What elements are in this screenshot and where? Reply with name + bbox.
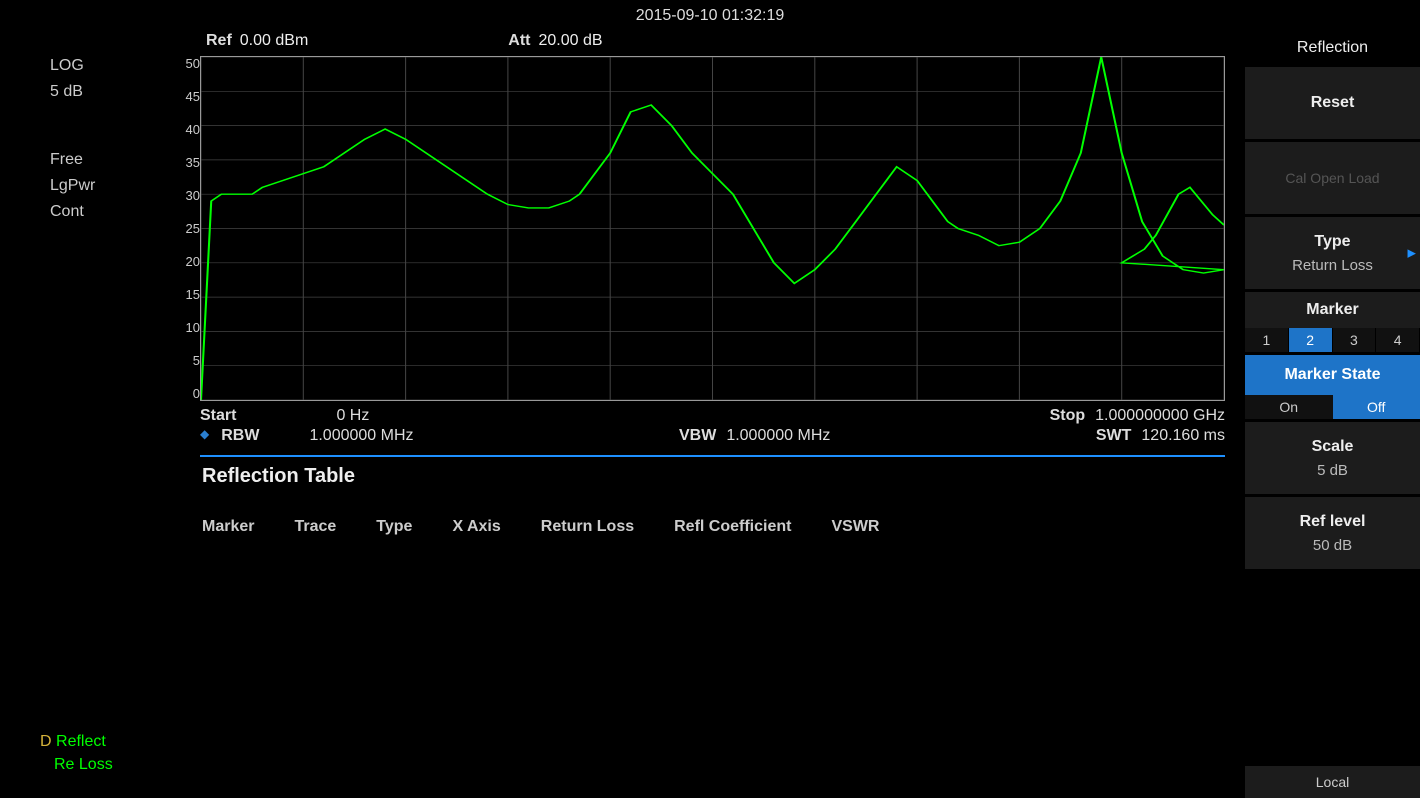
swt-value: 120.160 ms	[1141, 427, 1225, 445]
corner-d: D	[40, 733, 52, 750]
ref-label: Ref	[206, 32, 232, 50]
reflection-plot	[200, 56, 1225, 401]
timestamp: 2015-09-10 01:32:19	[0, 0, 1420, 32]
start-value: 0 Hz	[336, 407, 369, 425]
stop-value: 1.000000000 GHz	[1095, 407, 1225, 425]
side-panel: Reflection Reset Cal Open Load Type Retu…	[1245, 32, 1420, 798]
att-value: 20.00 dB	[538, 32, 602, 50]
lgpwr-label: LgPwr	[50, 177, 180, 195]
ref-level-button[interactable]: Ref level 50 dB	[1245, 497, 1420, 569]
y-axis-ticks: 50454035302520151050	[180, 56, 200, 401]
axis-info-row2: ◆ RBW 1.000000 MHz VBW 1.000000 MHz SWT …	[200, 427, 1225, 445]
rbw-label: RBW	[221, 427, 259, 445]
cont-label: Cont	[50, 203, 180, 221]
db-label: 5 dB	[50, 83, 180, 101]
state-off[interactable]: Off	[1333, 395, 1420, 419]
vbw-value: 1.000000 MHz	[726, 427, 830, 445]
cal-open-load-button[interactable]: Cal Open Load	[1245, 142, 1420, 214]
section-divider	[200, 455, 1225, 457]
corner-reloss: Re Loss	[54, 756, 113, 773]
table-headers: MarkerTraceTypeX AxisReturn LossRefl Coe…	[202, 518, 1225, 536]
marker-2[interactable]: 2	[1289, 328, 1333, 352]
corner-status: D Reflect Re Loss	[40, 731, 113, 776]
marker-1[interactable]: 1	[1245, 328, 1289, 352]
table-title: Reflection Table	[202, 465, 1225, 488]
rbw-value: 1.000000 MHz	[309, 427, 413, 445]
marker-state-section: Marker State On Off	[1245, 355, 1420, 419]
diamond-icon: ◆	[200, 427, 209, 445]
stop-label: Stop	[1050, 407, 1086, 425]
swt-label: SWT	[1096, 427, 1132, 445]
start-label: Start	[200, 407, 236, 425]
att-label: Att	[508, 32, 530, 50]
marker-selector[interactable]: 1234	[1245, 328, 1420, 352]
marker-4[interactable]: 4	[1376, 328, 1420, 352]
marker-state-toggle[interactable]: On Off	[1245, 395, 1420, 419]
marker-section: Marker 1234	[1245, 292, 1420, 352]
vbw-label: VBW	[679, 427, 716, 445]
type-button[interactable]: Type Return Loss	[1245, 217, 1420, 289]
left-status-column: LOG 5 dB Free LgPwr Cont	[0, 32, 180, 798]
free-label: Free	[50, 151, 180, 169]
marker-label: Marker	[1245, 292, 1420, 328]
axis-info-row1: Start 0 Hz Stop 1.000000000 GHz	[200, 407, 1225, 425]
log-label: LOG	[50, 57, 180, 75]
plot-header: Ref 0.00 dBm Att 20.00 dB	[200, 32, 1225, 50]
corner-reflect: Reflect	[56, 733, 106, 750]
marker-3[interactable]: 3	[1333, 328, 1377, 352]
local-button[interactable]: Local	[1245, 766, 1420, 798]
state-on[interactable]: On	[1245, 395, 1333, 419]
reset-button[interactable]: Reset	[1245, 67, 1420, 139]
marker-state-button[interactable]: Marker State	[1245, 355, 1420, 395]
plot-area[interactable]: 50454035302520151050	[200, 56, 1225, 401]
ref-value: 0.00 dBm	[240, 32, 308, 50]
panel-title: Reflection	[1245, 32, 1420, 64]
scale-button[interactable]: Scale 5 dB	[1245, 422, 1420, 494]
reflection-table: Reflection Table MarkerTraceTypeX AxisRe…	[200, 465, 1225, 536]
